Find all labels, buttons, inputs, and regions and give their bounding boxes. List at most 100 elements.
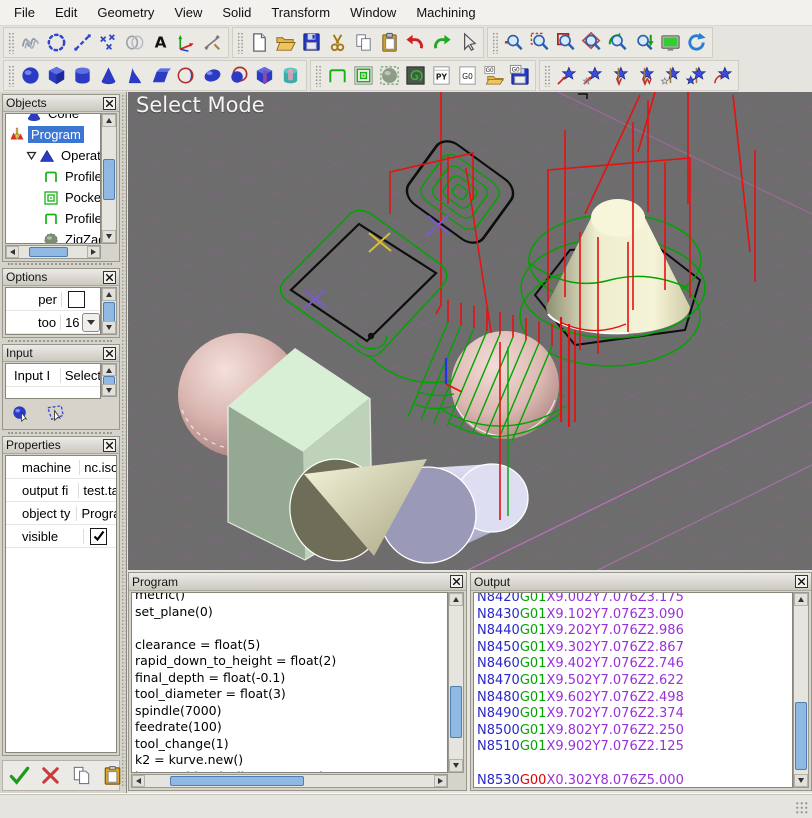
save-gcode-icon[interactable]: G0 [506, 62, 532, 89]
new-file-icon[interactable] [246, 29, 272, 56]
refresh-view-icon[interactable] [683, 29, 709, 56]
python-script-icon[interactable]: PY [428, 62, 454, 89]
select-mode-icon[interactable] [43, 401, 67, 425]
dimension-icon[interactable] [199, 29, 225, 56]
output-text-area[interactable]: N8420G01X9.002Y7.076Z3.175N8430G01X9.102… [473, 592, 793, 788]
tree-item-pocket[interactable]: Pocket [6, 187, 100, 208]
viewport-3d[interactable]: Select Mode [128, 92, 812, 570]
circles-icon[interactable] [121, 29, 147, 56]
open-file-icon[interactable] [272, 29, 298, 56]
objects-hscrollbar[interactable] [5, 245, 101, 259]
objects-vscrollbar[interactable] [101, 113, 117, 244]
pocket-op-icon[interactable] [350, 62, 376, 89]
copy-icon[interactable] [350, 29, 376, 56]
copy-object-icon[interactable] [70, 762, 93, 789]
dropdown-icon[interactable] [82, 313, 100, 332]
menu-transform[interactable]: Transform [261, 1, 340, 24]
point-pair-icon[interactable] [579, 62, 605, 89]
save-icon[interactable] [298, 29, 324, 56]
sphere-icon[interactable] [17, 62, 43, 89]
visible-checkbox[interactable] [90, 528, 107, 545]
point-ghost-icon[interactable] [657, 62, 683, 89]
point-rotate-icon[interactable] [709, 62, 735, 89]
hole-cylinder-icon[interactable] [277, 62, 303, 89]
union-icon[interactable] [251, 62, 277, 89]
redo-icon[interactable] [428, 29, 454, 56]
menu-edit[interactable]: Edit [45, 1, 87, 24]
menu-geometry[interactable]: Geometry [87, 1, 164, 24]
expander-icon[interactable] [26, 150, 37, 161]
cone-icon[interactable] [95, 62, 121, 89]
property-row[interactable]: machinenc.iso [6, 456, 116, 479]
open-gcode-icon[interactable]: G0 [480, 62, 506, 89]
toolbar-grip[interactable] [8, 65, 14, 87]
menu-solid[interactable]: Solid [212, 1, 261, 24]
tree-item-profile[interactable]: Profile [6, 166, 100, 187]
zoom-rect-icon[interactable] [553, 29, 579, 56]
menu-view[interactable]: View [164, 1, 212, 24]
point-drop-icon[interactable] [605, 62, 631, 89]
line-icon[interactable] [69, 29, 95, 56]
paste-object-icon[interactable] [101, 762, 124, 789]
resize-grip[interactable] [795, 801, 809, 815]
profile-op-icon[interactable] [324, 62, 350, 89]
toolbar-grip[interactable] [544, 65, 550, 87]
circle-points-icon[interactable] [43, 29, 69, 56]
ellipsoid-icon[interactable] [199, 62, 225, 89]
options-vscrollbar[interactable] [101, 287, 117, 335]
per-checkbox[interactable] [68, 291, 85, 308]
rotate-view-icon[interactable] [605, 29, 631, 56]
close-icon[interactable] [103, 271, 116, 284]
cube-icon[interactable] [43, 62, 69, 89]
property-row[interactable]: output fitest.ta [6, 479, 116, 502]
cylinder-icon[interactable] [69, 62, 95, 89]
toolbar-grip[interactable] [8, 32, 14, 54]
toolbar-grip[interactable] [315, 65, 321, 87]
input-mode-row[interactable]: Input ISelect [6, 364, 100, 387]
cut-icon[interactable] [324, 29, 350, 56]
program-text-area[interactable]: metric()set_plane(0) clearance = float(5… [131, 592, 448, 773]
coordinate-system-icon[interactable] [173, 29, 199, 56]
slanted-block-icon[interactable] [147, 62, 173, 89]
tree-item-operations[interactable]: Operations [6, 145, 100, 166]
zoom-window-icon[interactable] [527, 29, 553, 56]
zigzag-op-icon[interactable] [376, 62, 402, 89]
point-twin-icon[interactable] [683, 62, 709, 89]
viewport-canvas[interactable] [128, 92, 812, 570]
paste-icon[interactable] [376, 29, 402, 56]
close-icon[interactable] [103, 347, 116, 360]
tree-item-zigzag[interactable]: ZigZag [6, 229, 100, 244]
program-hscrollbar[interactable] [131, 774, 448, 788]
select-cursor-icon[interactable] [454, 29, 480, 56]
text-icon[interactable]: A [147, 29, 173, 56]
input-vscrollbar[interactable] [101, 363, 117, 397]
zoom-out-icon[interactable] [501, 29, 527, 56]
point-new-icon[interactable] [553, 62, 579, 89]
points-icon[interactable] [95, 29, 121, 56]
digitize-icon[interactable] [9, 401, 33, 425]
point-drop-pair-icon[interactable] [631, 62, 657, 89]
close-icon[interactable] [103, 97, 116, 110]
menu-window[interactable]: Window [340, 1, 406, 24]
menu-file[interactable]: File [4, 1, 45, 24]
close-icon[interactable] [795, 575, 808, 588]
panel-drag-grip[interactable] [121, 94, 126, 788]
tree-item-cone[interactable]: Cone [6, 113, 100, 124]
gcode-icon[interactable]: G0 [454, 62, 480, 89]
menu-machining[interactable]: Machining [406, 1, 485, 24]
view-screen-icon[interactable] [657, 29, 683, 56]
tree-item-profile[interactable]: Profile [6, 208, 100, 229]
close-icon[interactable] [103, 439, 116, 452]
toolbar-grip[interactable] [492, 32, 498, 54]
program-vscrollbar[interactable] [448, 592, 464, 773]
close-icon[interactable] [450, 575, 463, 588]
zoom-fit-icon[interactable] [631, 29, 657, 56]
objects-tree[interactable]: ConeProgramOperationsProfilePocketProfil… [5, 113, 101, 244]
undo-icon[interactable] [402, 29, 428, 56]
property-row[interactable]: visible [6, 525, 116, 548]
output-vscrollbar[interactable] [793, 592, 809, 788]
wedge-icon[interactable] [121, 62, 147, 89]
tree-item-program[interactable]: Program [6, 124, 100, 145]
property-row[interactable]: object tyProgra [6, 502, 116, 525]
sketch-icon[interactable] [17, 29, 43, 56]
